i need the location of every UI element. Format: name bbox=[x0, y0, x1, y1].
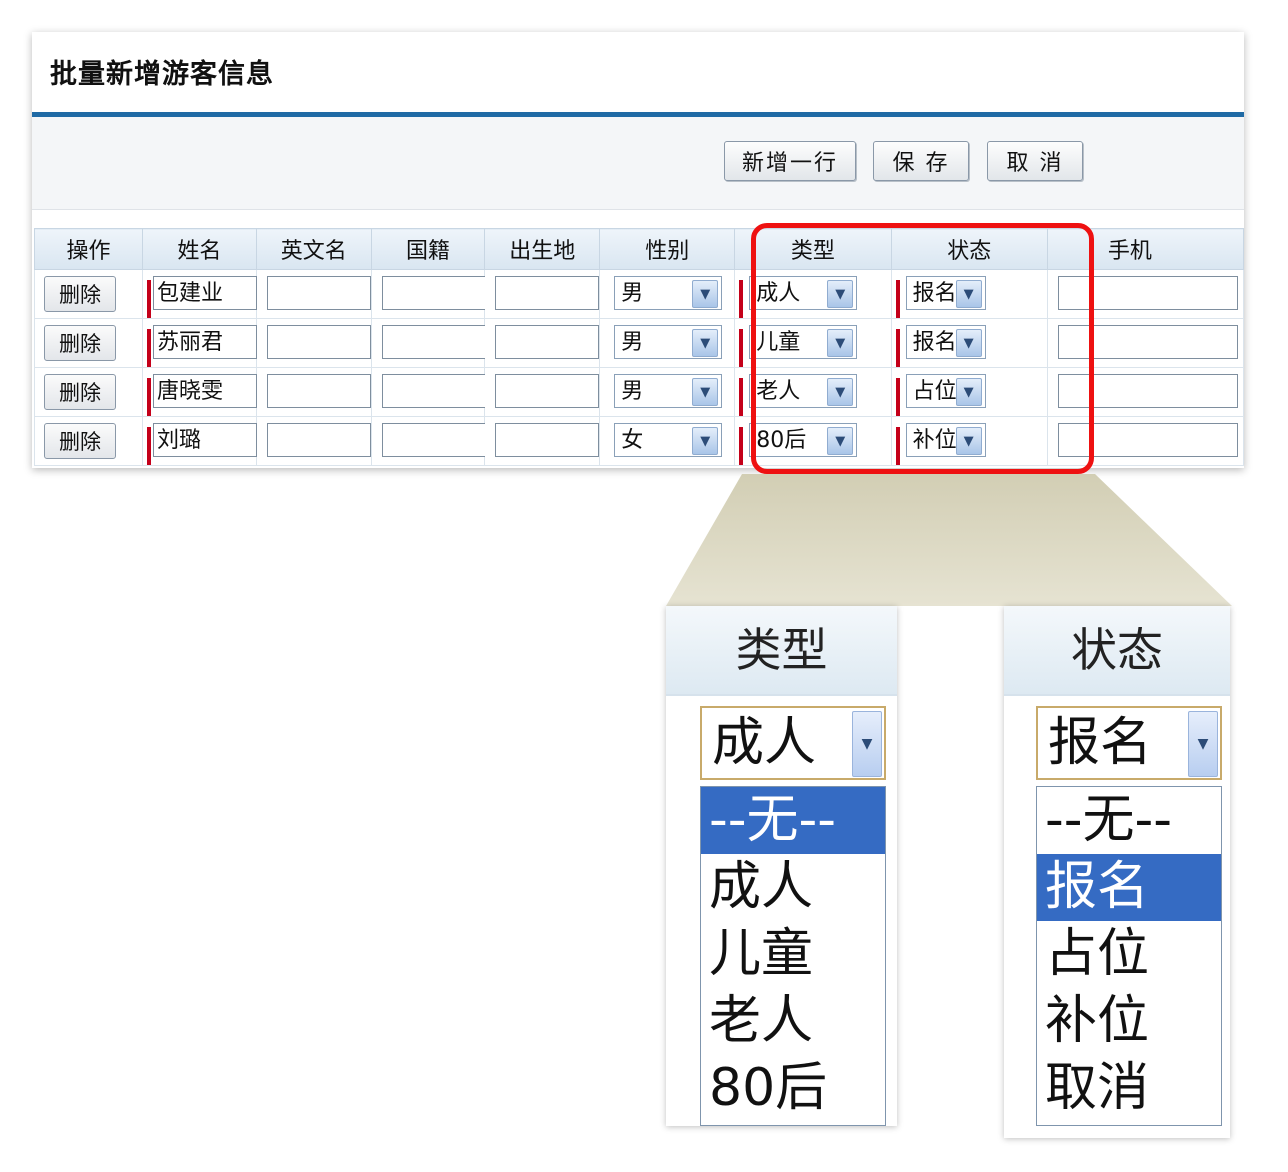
dropdown-option[interactable]: 儿童 bbox=[701, 921, 885, 988]
dropdown-option[interactable]: 老人 bbox=[701, 988, 885, 1055]
zoom-type-header: 类型 bbox=[666, 606, 897, 696]
dropdown-option[interactable]: 占位 bbox=[1037, 921, 1221, 988]
dropdown-option[interactable]: 成人 bbox=[701, 854, 885, 921]
zoom-type-select[interactable]: 成人 ▼ bbox=[700, 706, 886, 780]
dropdown-option[interactable]: 80后 bbox=[701, 1055, 885, 1122]
dropdown-option[interactable]: --无-- bbox=[1037, 787, 1221, 854]
chevron-down-icon: ▼ bbox=[1188, 711, 1218, 777]
zoom-status-selected: 报名 bbox=[1048, 713, 1153, 773]
dropdown-option[interactable]: 补位 bbox=[1037, 988, 1221, 1055]
zoom-type-dropdown: --无-- 成人 儿童 老人 80后 bbox=[700, 786, 886, 1126]
zoom-cone-shape bbox=[666, 474, 1232, 606]
dropdown-option[interactable]: 报名 bbox=[1037, 854, 1221, 921]
zoom-status-dropdown: --无-- 报名 占位 补位 取消 bbox=[1036, 786, 1222, 1126]
chevron-down-icon: ▼ bbox=[852, 711, 882, 777]
dropdown-option[interactable]: 取消 bbox=[1037, 1055, 1221, 1122]
zoom-status-header: 状态 bbox=[1004, 606, 1230, 696]
zoom-type-panel: 类型 成人 ▼ --无-- 成人 儿童 老人 80后 bbox=[666, 606, 897, 1126]
zoom-status-select[interactable]: 报名 ▼ bbox=[1036, 706, 1222, 780]
dropdown-option[interactable]: --无-- bbox=[701, 787, 885, 854]
zoom-status-panel: 状态 报名 ▼ --无-- 报名 占位 补位 取消 bbox=[1004, 606, 1230, 1138]
zoom-type-selected: 成人 bbox=[712, 713, 817, 773]
